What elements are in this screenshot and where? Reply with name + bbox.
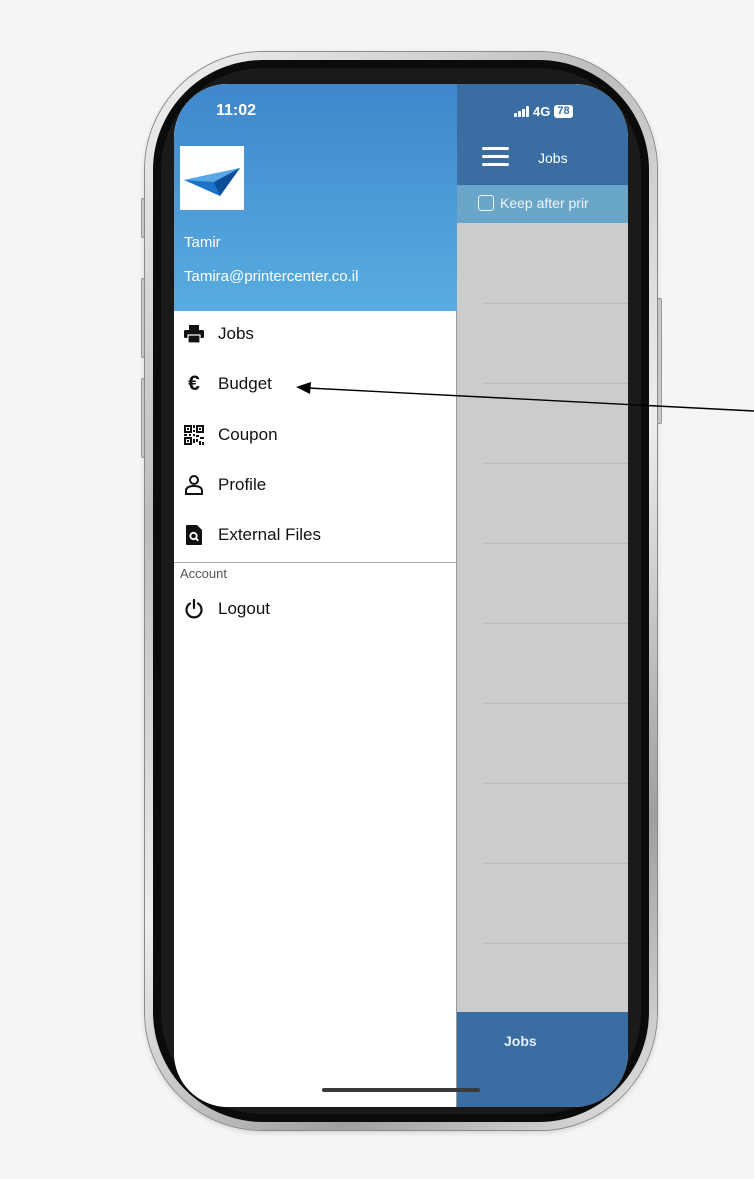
list-separator: [484, 783, 628, 784]
menu-item-label: Coupon: [218, 425, 278, 444]
user-email: Tamira@printercenter.co.il: [184, 268, 359, 285]
person-icon: [184, 475, 204, 495]
home-indicator[interactable]: [322, 1088, 480, 1092]
menu-item-logout[interactable]: Logout: [174, 588, 457, 630]
list-separator: [484, 303, 628, 304]
list-separator: [484, 383, 628, 384]
network-type: 4G: [533, 104, 551, 119]
battery-level: 78: [554, 105, 573, 118]
menu-item-label: Logout: [218, 599, 270, 618]
status-time: 11:02: [216, 102, 257, 119]
menu-item-jobs[interactable]: Jobs: [174, 313, 457, 355]
menu-item-label: Jobs: [218, 324, 254, 343]
list-separator: [484, 703, 628, 704]
tab-jobs[interactable]: Jobs: [504, 1033, 537, 1049]
list-separator: [484, 463, 628, 464]
menu-item-coupon[interactable]: Coupon: [174, 414, 457, 456]
menu-item-label: Profile: [218, 475, 267, 494]
file-search-icon: [184, 525, 204, 545]
phone-screen: 4G 78 Jobs Keep after prir Jobs 11:02 Ta…: [174, 84, 628, 1107]
user-name: Tamir: [184, 234, 221, 251]
printer-icon: [184, 324, 204, 344]
canvas: 4G 78 Jobs Keep after prir Jobs 11:02 Ta…: [0, 0, 754, 1179]
menu-item-profile[interactable]: Profile: [174, 464, 457, 506]
paper-plane-logo-icon: [184, 168, 240, 196]
power-icon: [184, 599, 204, 619]
account-section-label: Account: [180, 566, 227, 581]
app-logo: [180, 146, 244, 210]
keep-after-print-label: Keep after prir: [500, 195, 589, 211]
list-separator: [484, 623, 628, 624]
drawer-divider: [174, 562, 457, 563]
jobs-screen: 4G 78 Jobs Keep after prir Jobs: [457, 84, 628, 1107]
euro-icon: €: [188, 372, 200, 395]
menu-item-budget[interactable]: € Budget: [174, 363, 457, 405]
navigation-drawer: 11:02 Tamir Tamira@printercenter.co.il J…: [174, 84, 457, 1107]
jobs-header: [457, 84, 628, 185]
page-title: Jobs: [538, 150, 568, 166]
menu-item-label: External Files: [218, 525, 321, 544]
bottom-tab-bar: [457, 1012, 628, 1107]
list-separator: [484, 543, 628, 544]
keep-after-print-checkbox[interactable]: [478, 195, 494, 211]
list-separator: [484, 943, 628, 944]
menu-icon[interactable]: [482, 147, 509, 167]
list-separator: [484, 863, 628, 864]
menu-item-external-files[interactable]: External Files: [174, 514, 457, 556]
signal-bars-icon: [514, 106, 529, 117]
menu-item-label: Budget: [218, 374, 272, 393]
status-bar-right: 4G 78: [514, 104, 573, 119]
qr-code-icon: [184, 425, 204, 445]
